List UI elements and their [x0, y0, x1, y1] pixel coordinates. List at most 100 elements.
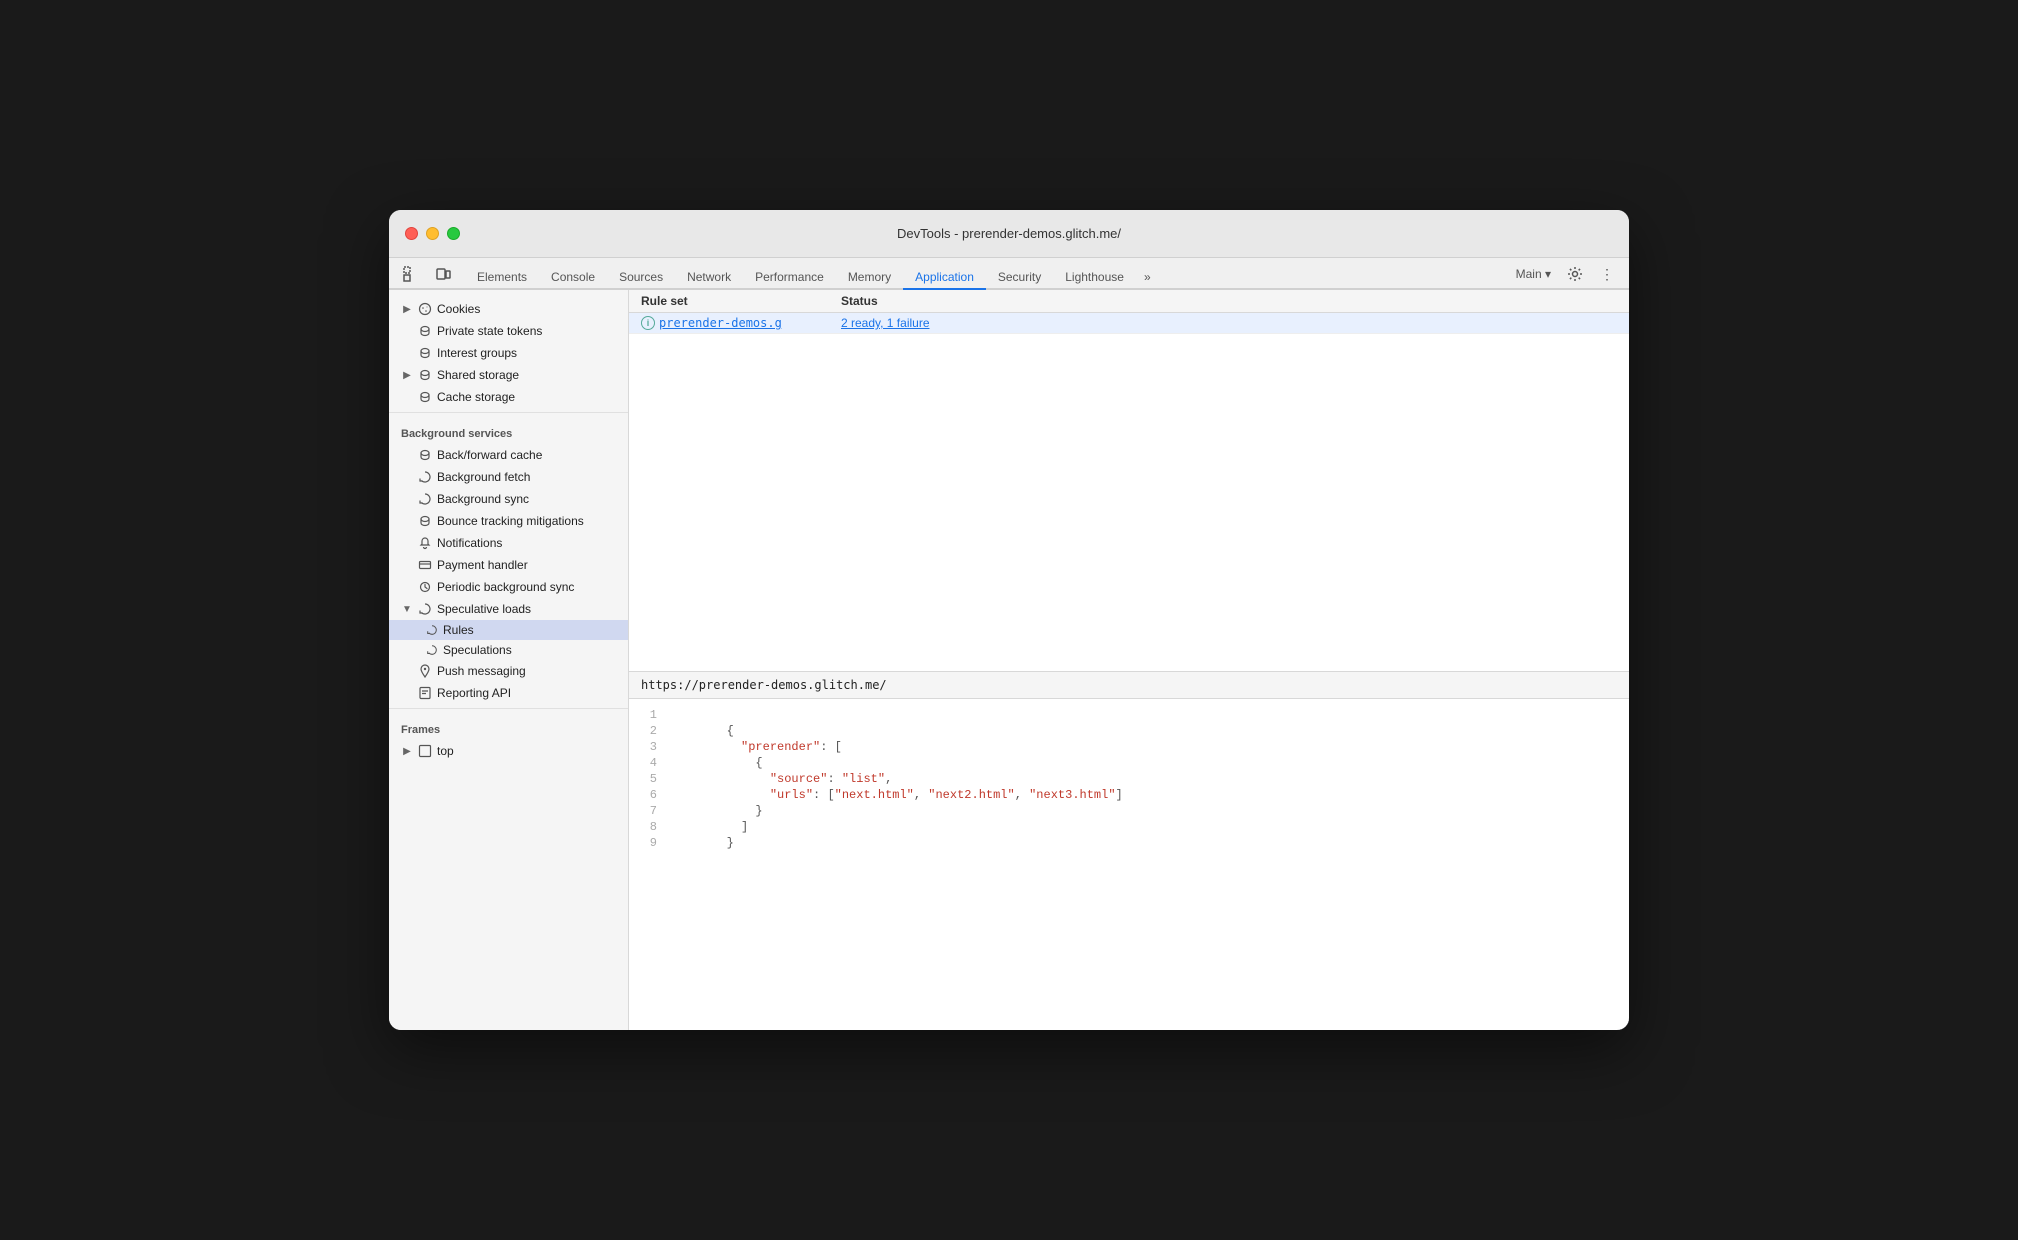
- line-number: 8: [629, 820, 669, 834]
- sidebar-item-notifications[interactable]: Notifications: [389, 532, 628, 554]
- sidebar-item-interest-groups[interactable]: Interest groups: [389, 342, 628, 364]
- close-button[interactable]: [405, 227, 418, 240]
- detail-url: https://prerender-demos.glitch.me/: [629, 672, 1629, 699]
- sidebar-item-back-forward-cache[interactable]: Back/forward cache: [389, 444, 628, 466]
- sidebar-item-background-fetch[interactable]: Background fetch: [389, 466, 628, 488]
- line-number: 9: [629, 836, 669, 850]
- code-line: 3 "prerender": [: [629, 739, 1629, 755]
- table-row[interactable]: i prerender-demos.g 2 ready, 1 failure: [629, 313, 1629, 334]
- tab-performance[interactable]: Performance: [743, 266, 836, 290]
- sidebar-sub-rules-label: Rules: [443, 623, 474, 637]
- background-services-label: Background services: [389, 420, 628, 444]
- line-content: "prerender": [: [669, 740, 1629, 754]
- sidebar-sub-item-speculations[interactable]: Speculations: [389, 640, 628, 660]
- tab-memory[interactable]: Memory: [836, 266, 903, 290]
- sidebar-item-payment-handler[interactable]: Payment handler: [389, 554, 628, 576]
- line-number: 3: [629, 740, 669, 754]
- tab-application[interactable]: Application: [903, 266, 986, 290]
- sidebar-item-speculative-loads[interactable]: ▼ Speculative loads: [389, 598, 628, 620]
- sidebar-sub-item-rules[interactable]: Rules: [389, 620, 628, 640]
- sidebar-item-shared-storage[interactable]: ▶ Shared storage: [389, 364, 628, 386]
- sidebar-item-periodic-background-sync[interactable]: Periodic background sync: [389, 576, 628, 598]
- tab-security[interactable]: Security: [986, 266, 1053, 290]
- status-cell[interactable]: 2 ready, 1 failure: [841, 316, 1617, 330]
- line-number: 6: [629, 788, 669, 802]
- info-icon: i: [641, 316, 655, 330]
- code-line: 8 ]: [629, 819, 1629, 835]
- minimize-button[interactable]: [426, 227, 439, 240]
- main-dropdown[interactable]: Main ▾: [1510, 265, 1557, 283]
- expand-top-icon: ▶: [401, 745, 413, 757]
- window-title: DevTools - prerender-demos.glitch.me/: [897, 226, 1121, 241]
- code-line: 9 }: [629, 835, 1629, 851]
- code-view: 12 {3 "prerender": [4 {5 "source": "list…: [629, 699, 1629, 1030]
- code-line: 7 }: [629, 803, 1629, 819]
- sidebar-item-top[interactable]: ▶ top: [389, 740, 628, 762]
- expand-cookies-icon: ▶: [401, 303, 413, 315]
- table-header: Rule set Status: [629, 290, 1629, 313]
- line-content: {: [669, 724, 1629, 738]
- sidebar-item-push-messaging[interactable]: Push messaging: [389, 660, 628, 682]
- tab-elements[interactable]: Elements: [465, 266, 539, 290]
- tab-console[interactable]: Console: [539, 266, 607, 290]
- sidebar-item-cookies[interactable]: ▶ Cookies: [389, 298, 628, 320]
- sidebar-reporting-api-label: Reporting API: [437, 686, 620, 700]
- sidebar-item-background-sync[interactable]: Background sync: [389, 488, 628, 510]
- sidebar-bounce-tracking-label: Bounce tracking mitigations: [437, 514, 620, 528]
- line-content: }: [669, 804, 1629, 818]
- sidebar-item-private-state-tokens[interactable]: Private state tokens: [389, 320, 628, 342]
- table-body: i prerender-demos.g 2 ready, 1 failure: [629, 313, 1629, 671]
- traffic-lights: [405, 227, 460, 240]
- frames-section-label: Frames: [389, 716, 628, 740]
- code-line: 6 "urls": ["next.html", "next2.html", "n…: [629, 787, 1629, 803]
- main-layout: ▶ Cookies Private state tokens: [389, 290, 1629, 1030]
- sidebar-back-forward-cache-label: Back/forward cache: [437, 448, 620, 462]
- sidebar-item-reporting-api[interactable]: Reporting API: [389, 682, 628, 704]
- sidebar-speculative-loads-label: Speculative loads: [437, 602, 620, 616]
- payment-handler-icon: [417, 557, 433, 573]
- sidebar-cookies-label: Cookies: [437, 302, 620, 316]
- sidebar-shared-storage-label: Shared storage: [437, 368, 620, 382]
- tab-network[interactable]: Network: [675, 266, 743, 290]
- line-content: ]: [669, 820, 1629, 834]
- push-messaging-icon: [417, 663, 433, 679]
- notifications-icon: [417, 535, 433, 551]
- ruleset-value: prerender-demos.g: [659, 316, 782, 330]
- line-number: 5: [629, 772, 669, 786]
- sidebar-interest-groups-label: Interest groups: [437, 346, 620, 360]
- rules-icon: [425, 623, 439, 637]
- speculative-loads-icon: [417, 601, 433, 617]
- sidebar-top-label: top: [437, 744, 620, 758]
- shared-storage-icon: [417, 367, 433, 383]
- line-content: "source": "list",: [669, 772, 1629, 786]
- sidebar: ▶ Cookies Private state tokens: [389, 290, 629, 1030]
- device-toolbar-icon[interactable]: [429, 260, 457, 288]
- tab-sources[interactable]: Sources: [607, 266, 675, 290]
- content-panel: Rule set Status i prerender-demos.g 2 re…: [629, 290, 1629, 1030]
- sidebar-background-fetch-label: Background fetch: [437, 470, 620, 484]
- more-options-icon[interactable]: ⋮: [1593, 260, 1621, 288]
- code-line: 4 {: [629, 755, 1629, 771]
- tab-bar: ElementsConsoleSourcesNetworkPerformance…: [389, 258, 1629, 290]
- settings-icon[interactable]: [1561, 260, 1589, 288]
- devtools-window: DevTools - prerender-demos.glitch.me/ El…: [389, 210, 1629, 1030]
- titlebar: DevTools - prerender-demos.glitch.me/: [389, 210, 1629, 258]
- sidebar-notifications-label: Notifications: [437, 536, 620, 550]
- sidebar-item-cache-storage[interactable]: Cache storage: [389, 386, 628, 408]
- interest-groups-icon: [417, 345, 433, 361]
- line-content: "urls": ["next.html", "next2.html", "nex…: [669, 788, 1629, 802]
- col-header-status: Status: [841, 294, 1617, 308]
- sidebar-sub-speculations-label: Speculations: [443, 643, 512, 657]
- maximize-button[interactable]: [447, 227, 460, 240]
- private-state-tokens-icon: [417, 323, 433, 339]
- expand-shared-storage-icon: ▶: [401, 369, 413, 381]
- tab-lighthouse[interactable]: Lighthouse: [1053, 266, 1136, 290]
- background-fetch-icon: [417, 469, 433, 485]
- line-content: }: [669, 836, 1629, 850]
- sidebar-cache-storage-label: Cache storage: [437, 390, 620, 404]
- sidebar-item-bounce-tracking[interactable]: Bounce tracking mitigations: [389, 510, 628, 532]
- line-number: 7: [629, 804, 669, 818]
- sidebar-background-sync-label: Background sync: [437, 492, 620, 506]
- more-tabs-button[interactable]: »: [1136, 266, 1159, 288]
- inspect-icon[interactable]: [397, 260, 425, 288]
